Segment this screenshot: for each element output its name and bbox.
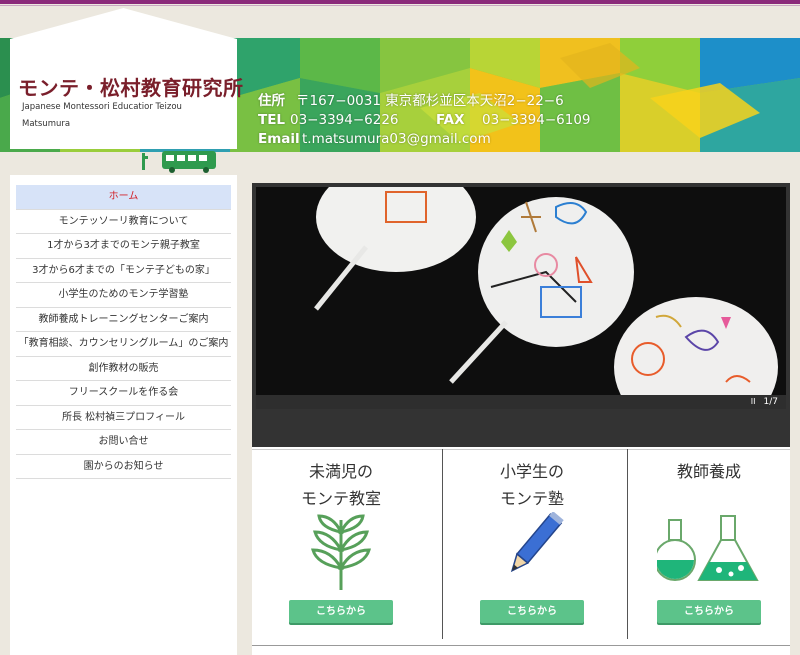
tel-value[interactable]: 03−3394−6226 [290, 111, 436, 130]
sidebar-nav: ホーム モンテッソーリ教育について 1才から3才までのモンテ親子教室 3才から6… [16, 185, 231, 479]
content-divider [252, 645, 790, 646]
address-value: 〒167−0031 東京都杉並区本天沼2−22−6 [296, 93, 564, 109]
column-divider [627, 449, 628, 639]
fax-label: FAX [436, 112, 465, 128]
feature-teacher-training: 教師養成 こちらから [628, 450, 790, 640]
slider-controls: II 1/7 [256, 395, 786, 409]
pencil-icon [510, 512, 564, 573]
column-divider [442, 449, 443, 639]
email-row: Email t.matsumura03@gmail.com [258, 130, 591, 149]
elementary-school-button[interactable]: こちらから [480, 600, 584, 623]
email-label: Email [258, 131, 300, 147]
sidebar-item-news[interactable]: 園からのお知らせ [16, 455, 231, 479]
top-accent-line [0, 0, 800, 4]
feature-title-line1: 小学生の [499, 462, 564, 481]
sidebar-item-childrens-house[interactable]: 3才から6才までの「モンテ子どもの家」 [16, 259, 231, 283]
sidebar-item-counseling[interactable]: 「教育相談、カウンセリングルーム」のご案内 [16, 332, 231, 357]
flask-icon [657, 515, 759, 581]
phone-row: TEL 03−3394−6226 FAX 03−3394−6109 [258, 111, 591, 130]
feature-title-line2: モンテ塾 [499, 489, 564, 508]
logo-subtitle: Japanese Montessori Educatior Teizou Mat… [22, 102, 182, 129]
sidebar-item-profile[interactable]: 所長 松村禎三プロフィール [16, 406, 231, 430]
feature-elementary-school: 小学生の モンテ塾 こちらから [443, 450, 621, 640]
feature-title: 教師養成 [628, 458, 790, 485]
top-accent-line-thin [0, 5, 800, 6]
toddler-class-button[interactable]: こちらから [289, 600, 393, 623]
tel-label: TEL [258, 112, 286, 128]
feature-title: 小学生の モンテ塾 [443, 458, 621, 512]
main-content: II 1/7 未満児の モンテ教室 こちらから 小学生の モンテ塾 こちらから … [252, 183, 790, 655]
feature-title-line1: 教師養成 [676, 462, 741, 481]
feature-columns: 未満児の モンテ教室 こちらから 小学生の モンテ塾 こちらから 教師養成 こち… [252, 449, 790, 640]
sidebar-item-teacher-training[interactable]: 教師養成トレーニングセンターご案内 [16, 308, 231, 332]
sidebar-item-parent-child-class[interactable]: 1才から3才までのモンテ親子教室 [16, 234, 231, 259]
sidebar-item-contact[interactable]: お問い合せ [16, 430, 231, 455]
feature-title-line2: モンテ教室 [300, 489, 381, 508]
address-row: 住所 〒167−0031 東京都杉並区本天沼2−22−6 [258, 92, 591, 111]
bus-icon [142, 151, 216, 173]
logo-title[interactable]: モンテ・松村教育研究所 [18, 72, 244, 101]
image-slider[interactable]: II 1/7 [252, 183, 790, 447]
sidebar-item-elementary-school[interactable]: 小学生のためのモンテ学習塾 [16, 283, 231, 308]
contact-info: 住所 〒167−0031 東京都杉並区本天沼2−22−6 TEL 03−3394−6… [258, 92, 591, 149]
slide-counter: 1/7 [763, 397, 778, 407]
address-label: 住所 [258, 93, 285, 109]
slider-pager: II 1/7 [751, 395, 778, 409]
fans-photo [256, 187, 786, 395]
leaf-icon [311, 514, 371, 590]
sidebar-item-free-school[interactable]: フリースクールを作る会 [16, 381, 231, 406]
feature-title-line1: 未満児の [308, 462, 373, 481]
sidebar: ホーム モンテッソーリ教育について 1才から3才までのモンテ親子教室 3才から6… [10, 175, 237, 655]
fax-value: 03−3394−6109 [482, 112, 591, 128]
feature-title: 未満児の モンテ教室 [252, 458, 430, 512]
pause-icon[interactable]: II [751, 395, 756, 409]
email-value[interactable]: t.matsumura03@gmail.com [302, 131, 491, 147]
sidebar-item-about-montessori[interactable]: モンテッソーリ教育について [16, 210, 231, 234]
feature-toddler-class: 未満児の モンテ教室 こちらから [252, 450, 430, 640]
sidebar-item-materials[interactable]: 創作教材の販売 [16, 357, 231, 381]
slide-image[interactable] [256, 187, 786, 395]
sidebar-item-home[interactable]: ホーム [16, 185, 231, 210]
teacher-training-button[interactable]: こちらから [657, 600, 761, 623]
